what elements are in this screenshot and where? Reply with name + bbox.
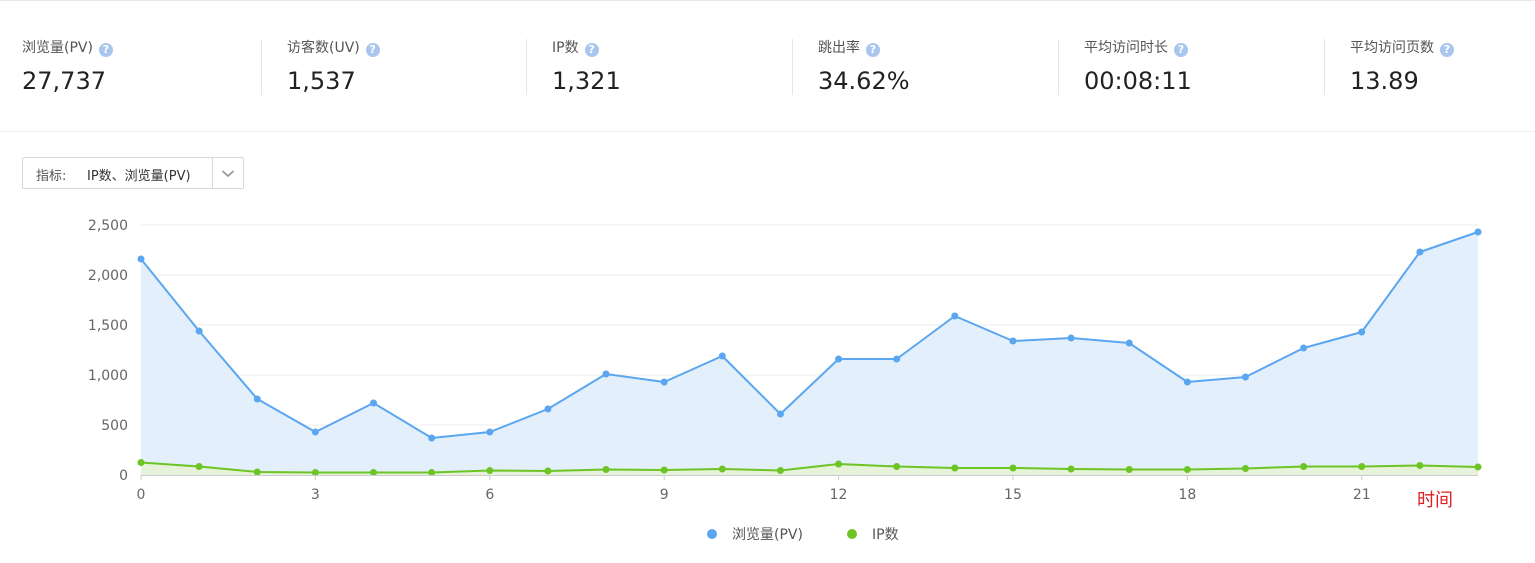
stat-value-ip: 1,321 (552, 67, 621, 95)
stat-label-ip: IP数 (552, 40, 579, 56)
metric-selector-label: 指标: (36, 169, 67, 184)
data-point[interactable] (137, 459, 145, 466)
data-point[interactable] (486, 467, 494, 474)
data-point[interactable] (428, 469, 436, 476)
y-tick-label: 1,500 (88, 318, 128, 334)
y-tick-label: 500 (101, 418, 128, 434)
data-point[interactable] (660, 378, 668, 386)
data-point[interactable] (1125, 339, 1133, 347)
question-circle-icon[interactable]: ? (1440, 43, 1454, 57)
data-point[interactable] (951, 464, 959, 472)
question-circle-icon[interactable]: ? (1174, 43, 1188, 57)
data-point[interactable] (893, 355, 901, 363)
x-axis-title: 时间 (1417, 490, 1453, 511)
stat-value-uv: 1,537 (287, 67, 356, 95)
stat-label-avg-pages: 平均访问页数 (1350, 40, 1434, 56)
y-tick-label: 1,000 (88, 368, 128, 384)
metric-selector-value: IP数、浏览量(PV) (87, 169, 191, 184)
chevron-down-icon[interactable] (213, 158, 243, 188)
data-point[interactable] (1183, 466, 1191, 473)
series-areas (141, 232, 1478, 475)
question-circle-icon[interactable]: ? (365, 43, 380, 57)
data-point[interactable] (544, 405, 552, 413)
x-tick-label: 18 (1178, 487, 1196, 503)
metric-selector[interactable]: 指标: IP数、浏览量(PV) (22, 157, 244, 189)
data-point[interactable] (1009, 337, 1017, 345)
data-point[interactable] (370, 469, 378, 476)
data-point[interactable] (893, 463, 901, 470)
data-point[interactable] (544, 467, 552, 475)
stat-value-pv: 27,737 (22, 67, 106, 95)
y-tick-label: 2,000 (88, 268, 128, 284)
data-point[interactable] (1125, 466, 1133, 473)
stat-value-avg-pages: 13.89 (1350, 67, 1419, 95)
data-point[interactable] (1474, 228, 1482, 236)
data-point[interactable] (602, 466, 610, 473)
data-point[interactable] (718, 465, 726, 473)
x-tick-label: 0 (137, 487, 146, 503)
data-point[interactable] (1300, 344, 1308, 352)
question-circle-icon[interactable]: ? (584, 43, 599, 57)
x-tick-label: 15 (1004, 487, 1022, 503)
stat-label-bounce-rate: 跳出率 (818, 40, 860, 56)
traffic-chart: 0 500 1,000 1,500 2,000 2,500 0 3 6 9 12 15 18 21 时间 浏… (88, 218, 1482, 543)
x-tick-label: 12 (830, 487, 848, 503)
question-circle-icon[interactable]: ? (98, 43, 113, 57)
stats-bar: 浏览量(PV)? 27,737 访客数(UV)? 1,537 IP数? 1,32… (0, 1, 1535, 132)
question-circle-icon[interactable]: ? (866, 43, 880, 57)
series-area-0 (141, 232, 1478, 475)
data-point[interactable] (1241, 465, 1249, 472)
stat-divider (792, 39, 793, 95)
x-tick-label: 9 (660, 487, 669, 503)
legend-marker[interactable] (847, 529, 857, 539)
legend-marker[interactable] (707, 529, 717, 539)
data-point[interactable] (776, 410, 784, 418)
x-tick-label: 3 (311, 487, 320, 503)
data-point[interactable] (951, 312, 959, 320)
legend: 浏览量(PV) IP数 (707, 527, 899, 543)
data-point[interactable] (253, 468, 261, 476)
data-point[interactable] (1009, 464, 1017, 472)
stat-divider (1058, 39, 1059, 95)
stat-value-avg-duration: 00:08:11 (1084, 67, 1192, 95)
data-point[interactable] (1358, 328, 1366, 336)
data-point[interactable] (660, 466, 668, 474)
legend-label[interactable]: 浏览量(PV) (732, 527, 803, 543)
stat-divider (1324, 39, 1325, 95)
stat-label-avg-duration: 平均访问时长 (1084, 40, 1168, 56)
stat-value-bounce-rate: 34.62% (818, 67, 910, 95)
data-point[interactable] (195, 327, 203, 335)
data-point[interactable] (1358, 463, 1366, 470)
data-point[interactable] (718, 352, 726, 360)
legend-label[interactable]: IP数 (872, 527, 899, 543)
data-point[interactable] (1241, 373, 1249, 381)
data-point[interactable] (311, 469, 319, 476)
data-point[interactable] (835, 460, 843, 468)
data-point[interactable] (835, 355, 843, 363)
data-point[interactable] (1474, 463, 1482, 471)
x-tick-label: 21 (1353, 487, 1371, 503)
stat-divider (261, 39, 262, 95)
data-point[interactable] (370, 399, 378, 407)
data-point[interactable] (1067, 465, 1075, 473)
data-point[interactable] (311, 428, 319, 436)
data-point[interactable] (602, 370, 610, 378)
data-point[interactable] (1067, 334, 1075, 342)
stat-label-uv: 访客数(UV) (287, 40, 360, 56)
data-point[interactable] (137, 255, 145, 263)
data-point[interactable] (486, 428, 494, 436)
data-point[interactable] (1183, 378, 1191, 386)
stat-divider (526, 39, 527, 95)
y-tick-label: 0 (119, 468, 128, 484)
y-tick-label: 2,500 (88, 218, 128, 234)
data-point[interactable] (1300, 463, 1308, 470)
data-point[interactable] (1416, 248, 1424, 256)
data-point[interactable] (195, 463, 203, 470)
data-point[interactable] (1416, 462, 1424, 469)
stat-label-pv: 浏览量(PV) (22, 40, 93, 56)
x-tick-label: 6 (485, 487, 494, 503)
data-point[interactable] (253, 395, 261, 403)
data-point[interactable] (428, 434, 436, 442)
data-point[interactable] (776, 467, 784, 474)
